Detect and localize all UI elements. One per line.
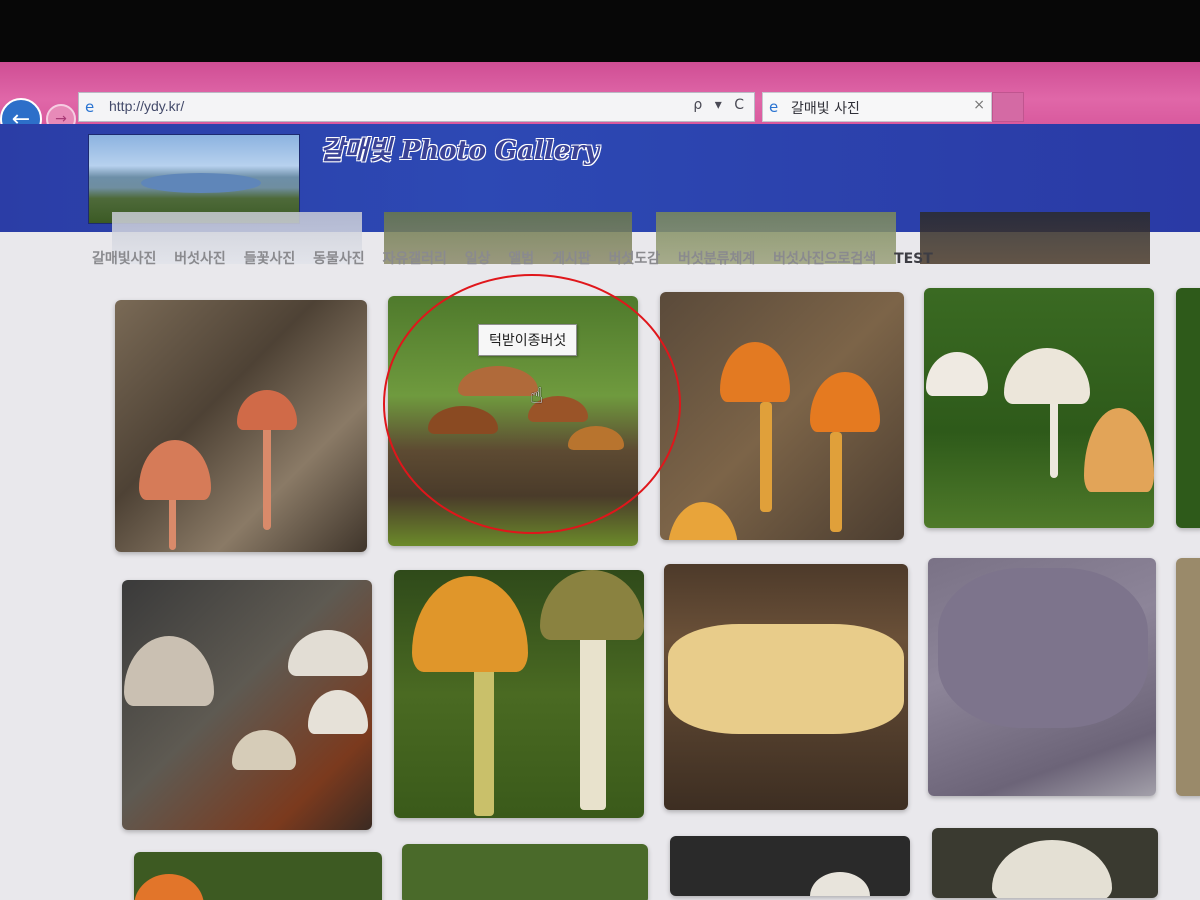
mushroom-cap (288, 630, 368, 676)
screen: ← → e http://ydy.kr/ ρ ▾ C e 갈매빛 사진 × 갈매… (0, 62, 1200, 900)
menu-item[interactable]: 버섯사진 (174, 251, 226, 267)
gallery-thumbnail[interactable] (924, 288, 1154, 528)
menu-item[interactable]: 버섯도감 (609, 251, 661, 267)
menu-item[interactable]: 앨범 (508, 251, 534, 267)
fungus-crust (668, 624, 904, 734)
tab-favicon-icon: e (769, 98, 779, 116)
menu-item[interactable]: 게시판 (552, 251, 591, 267)
gallery-thumbnail[interactable] (670, 836, 910, 896)
banner-landscape-photo (88, 134, 300, 224)
gallery-thumbnail-partial[interactable] (1176, 288, 1200, 528)
gallery-thumbnail[interactable] (394, 570, 644, 818)
address-bar[interactable]: e http://ydy.kr/ ρ ▾ C (78, 92, 755, 122)
mushroom-stem (580, 610, 606, 810)
browser-toolbar: ← → e http://ydy.kr/ ρ ▾ C e 갈매빛 사진 × (0, 62, 1200, 140)
mushroom-cap (810, 872, 870, 896)
mushroom-cap (237, 390, 297, 430)
menu-item[interactable]: 동물사진 (313, 251, 365, 267)
address-bar-controls[interactable]: ρ ▾ C (693, 97, 748, 113)
mushroom-stem (474, 666, 494, 816)
menu-item-test[interactable]: TEST (894, 251, 933, 267)
menu-item[interactable]: 들꽃사진 (244, 251, 296, 267)
mushroom-cap (232, 730, 296, 770)
ie-favicon-icon: e (85, 98, 95, 116)
mushroom-cap (992, 840, 1112, 898)
monitor-bezel (0, 0, 1200, 68)
mushroom-cap (540, 570, 644, 640)
gallery-thumbnail[interactable] (664, 564, 908, 810)
mushroom-stem (830, 432, 842, 532)
menu-item[interactable]: 갈매빛사진 (92, 251, 156, 267)
main-menu: 갈매빛사진 버섯사진 들꽃사진 동물사진 자유갤러리 일상 앨범 게시판 버섯도… (92, 248, 942, 268)
mushroom-cap (1004, 348, 1090, 404)
new-tab-button[interactable] (992, 92, 1024, 122)
browser-tab[interactable]: e 갈매빛 사진 × (762, 92, 992, 122)
banner-lake (141, 173, 261, 193)
mushroom-cap (668, 502, 738, 540)
mushroom-cap (926, 352, 988, 396)
mushroom-cap (810, 372, 880, 432)
mushroom-cap (1084, 408, 1154, 492)
gallery-thumbnail[interactable] (660, 292, 904, 540)
hand-cursor-icon: ☝ (530, 384, 544, 409)
url-text[interactable]: http://ydy.kr/ (109, 98, 184, 114)
mushroom-cap (720, 342, 790, 402)
menu-item[interactable]: 일상 (465, 251, 491, 267)
mushroom-stem (263, 420, 271, 530)
menu-item[interactable]: 버섯사진으로검색 (773, 251, 876, 267)
gallery-thumbnail[interactable] (928, 558, 1156, 796)
gallery-thumbnail[interactable] (134, 852, 382, 900)
menu-item[interactable]: 자유갤러리 (383, 251, 447, 267)
gallery-thumbnail[interactable] (402, 844, 648, 900)
mushroom-stem (760, 402, 772, 512)
mushroom-cap (134, 874, 204, 900)
tab-close-icon[interactable]: × (973, 97, 985, 113)
mushroom-cap (124, 636, 214, 706)
gallery-thumbnail[interactable] (122, 580, 372, 830)
mushroom-cap (139, 440, 211, 500)
mushroom-cap (308, 690, 368, 734)
site-title[interactable]: 갈매빛 Photo Gallery (320, 130, 599, 167)
menu-item[interactable]: 버섯분류체계 (678, 251, 755, 267)
fungus-crust (938, 568, 1148, 728)
gallery-thumbnail-partial[interactable] (1176, 558, 1200, 796)
ghost-thumbnail (920, 212, 1150, 264)
gallery-thumbnail[interactable] (115, 300, 367, 552)
hover-tooltip: 턱받이종버섯 (478, 324, 578, 356)
gallery-thumbnail[interactable] (932, 828, 1158, 898)
mushroom-cap (412, 576, 528, 672)
mushroom-stem (1050, 398, 1058, 478)
tab-title: 갈매빛 사진 (791, 101, 860, 117)
